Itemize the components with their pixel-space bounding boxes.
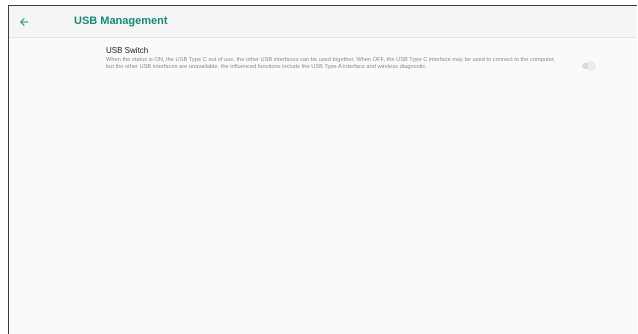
usb-switch-toggle[interactable] [581, 61, 596, 71]
back-button[interactable] [14, 12, 34, 32]
arrow-left-icon [20, 18, 28, 26]
switch-thumb [587, 62, 595, 70]
usb-switch-setting[interactable]: USB Switch When the status is ON, the US… [106, 46, 616, 86]
usb-switch-description: When the status is ON, the USB Type C ou… [106, 57, 556, 70]
app-bar: USB Management [9, 6, 637, 38]
settings-window: USB Management USB Switch When the statu… [8, 5, 637, 334]
page-title: USB Management [74, 15, 168, 27]
usb-switch-title: USB Switch [106, 46, 149, 55]
